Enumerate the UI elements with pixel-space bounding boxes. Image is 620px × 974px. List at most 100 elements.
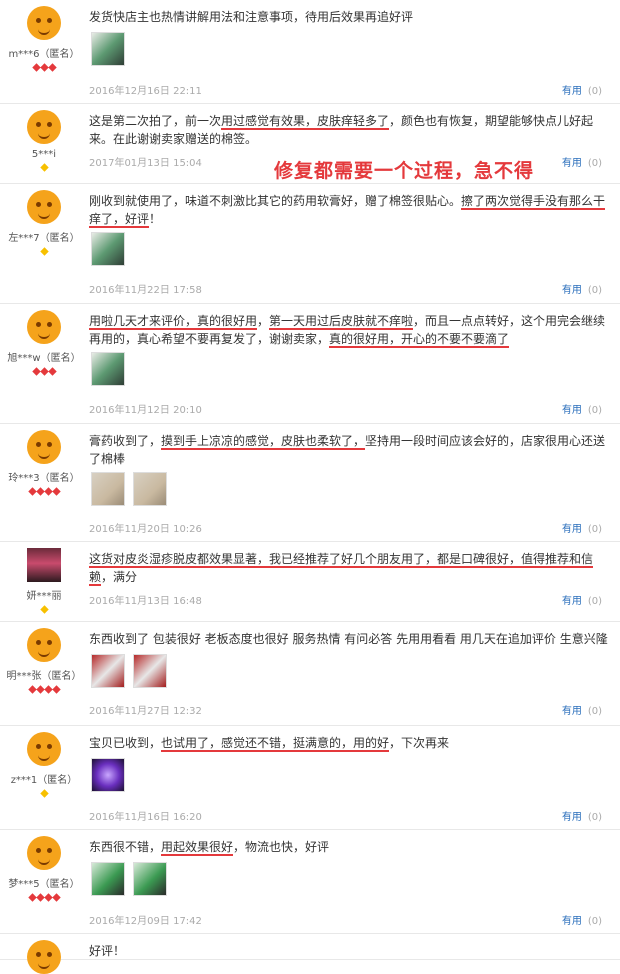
diamond-icon	[35, 685, 45, 694]
helpful-label[interactable]: 有用	[562, 86, 582, 97]
review-item: m***6（匿名） 发货快店主也热情讲解用法和注意事项，待用后效果再追好评 2016…	[0, 0, 620, 104]
text-segment: 膏药收到了，	[89, 434, 162, 448]
green-cap-photo[interactable]	[91, 862, 125, 896]
cream-jar-photo-2[interactable]	[133, 472, 167, 506]
diamond-icon	[27, 487, 37, 496]
highlighted-text: 第一天用过后皮肤就不痒啦	[269, 314, 414, 330]
avatar[interactable]	[27, 940, 61, 974]
helpful-count: (0)	[587, 158, 602, 169]
avatar[interactable]	[27, 548, 61, 582]
review-date: 2017年01月13日 15:04	[89, 158, 202, 169]
reviewer-info: z***1（匿名）	[0, 732, 88, 798]
diamond-icon	[43, 487, 53, 496]
reviewer-name: 5***i	[31, 149, 57, 160]
reviewer-info: 左***7（匿名）	[0, 190, 88, 256]
helpful-button[interactable]: 有用 (0)	[562, 592, 602, 607]
helpful-button[interactable]: 有用 (0)	[562, 520, 602, 535]
helpful-count: (0)	[587, 524, 602, 535]
cream-jar-photo[interactable]	[91, 472, 125, 506]
helpful-count: (0)	[587, 285, 602, 296]
text-segment: 刚收到就使用了，味道不刺激比其它的药用软膏好，赠了棉签很贴心。	[89, 194, 462, 208]
avatar[interactable]	[27, 430, 61, 464]
red-box-photo[interactable]	[91, 654, 125, 688]
green-cap-photo-2[interactable]	[133, 862, 167, 896]
reviewer-level-badge	[0, 63, 88, 72]
diamond-icon	[35, 893, 45, 902]
text-segment: 好评！	[89, 944, 126, 958]
avatar[interactable]	[27, 190, 61, 224]
helpful-count: (0)	[587, 916, 602, 927]
helpful-label[interactable]: 有用	[562, 916, 582, 927]
reviewer-level-badge	[0, 789, 88, 798]
review-text: 发货快店主也热情讲解用法和注意事项，待用后效果再追好评	[89, 8, 610, 26]
helpful-label[interactable]: 有用	[562, 596, 582, 607]
helpful-label[interactable]: 有用	[562, 706, 582, 717]
green-tube-photo[interactable]	[91, 232, 125, 266]
review-images	[91, 352, 125, 386]
helpful-label[interactable]: 有用	[562, 158, 582, 169]
green-tube-photo[interactable]	[91, 32, 125, 66]
reviewer-name: 旭***w（匿名）	[7, 353, 81, 364]
text-segment: ，满分	[101, 570, 138, 584]
reviewer-info: 玲***3（匿名）	[0, 430, 88, 496]
review-item: 梦***5（匿名） 东西很不错，用起效果很好，物流也快，好评 2016年12月09日…	[0, 830, 620, 934]
avatar[interactable]	[27, 836, 61, 870]
helpful-label[interactable]: 有用	[562, 524, 582, 535]
reviewer-level-badge	[0, 487, 88, 496]
helpful-button[interactable]: 有用 (0)	[562, 912, 602, 927]
reviewer-name: 明***张（匿名）	[6, 671, 82, 682]
diamond-icon	[47, 367, 57, 376]
helpful-count: (0)	[587, 812, 602, 823]
avatar[interactable]	[27, 6, 61, 40]
review-list: m***6（匿名） 发货快店主也热情讲解用法和注意事项，待用后效果再追好评 2016…	[0, 0, 620, 974]
highlighted-text: 也试用了，感觉还不错，挺满意的，用的好	[161, 736, 390, 752]
review-date: 2016年11月12日 20:10	[89, 405, 202, 416]
avatar[interactable]	[27, 110, 61, 144]
highlighted-text: 用啦几天才来评价，真的很好用	[89, 314, 258, 330]
text-segment: 宝贝已收到，	[89, 736, 162, 750]
review-images	[91, 232, 125, 266]
review-date: 2016年11月27日 12:32	[89, 706, 202, 717]
green-tube-photo[interactable]	[91, 352, 125, 386]
annotation-text: 修复都需要一个过程，急不得	[274, 160, 535, 182]
text-segment: 东西收到了 包装很好 老板态度也很好 服务热情 有问必答 先用用看看 用几天在追…	[89, 632, 608, 646]
helpful-count: (0)	[587, 405, 602, 416]
review-item: 妍***丽 这货对皮炎湿疹脱皮都效果显著，我已经推荐了好几个朋友用了，都是口碑很好…	[0, 542, 620, 622]
diamond-icon	[27, 893, 37, 902]
avatar[interactable]	[27, 732, 61, 766]
helpful-label[interactable]: 有用	[562, 812, 582, 823]
diamond-icon	[47, 63, 57, 72]
diamond-icon	[51, 685, 61, 694]
reviewer-info: 5***i	[0, 110, 88, 172]
helpful-button[interactable]: 有用 (0)	[562, 82, 602, 97]
helpful-count: (0)	[587, 86, 602, 97]
helpful-label[interactable]: 有用	[562, 405, 582, 416]
diamond-icon	[43, 893, 53, 902]
helpful-button[interactable]: 有用 (0)	[562, 401, 602, 416]
review-date: 2016年11月13日 16:48	[89, 596, 202, 607]
avatar[interactable]	[27, 310, 61, 344]
review-images	[91, 758, 125, 792]
reviewer-name: 玲***3（匿名）	[8, 473, 80, 484]
text-segment: 东西很不错，	[89, 840, 162, 854]
text-segment: ！	[149, 212, 162, 226]
highlighted-text: 这货对皮炎湿疹脱皮都效果显著，我已经推荐了好几个朋友用了，都是口碑很好，值得推荐…	[89, 552, 594, 586]
reviewer-info: m***6（匿名）	[0, 6, 88, 72]
avatar[interactable]	[27, 628, 61, 662]
diamond-icon	[39, 63, 49, 72]
review-images	[91, 32, 125, 66]
reviewer-name: 妍***丽	[26, 591, 62, 602]
helpful-button[interactable]: 有用 (0)	[562, 702, 602, 717]
helpful-button[interactable]: 有用 (0)	[562, 281, 602, 296]
red-box-photo-2[interactable]	[133, 654, 167, 688]
text-segment: ，下次再来	[389, 736, 450, 750]
helpful-button[interactable]: 有用 (0)	[562, 808, 602, 823]
helpful-label[interactable]: 有用	[562, 285, 582, 296]
review-item: 玲***3（匿名） 膏药收到了，摸到手上凉凉的感觉，皮肤也柔软了，坚持用一段时间应…	[0, 424, 620, 542]
purple-light-photo[interactable]	[91, 758, 125, 792]
diamond-icon	[39, 605, 49, 614]
review-text: 这是第二次拍了，前一次用过感觉有效果，皮肤痒轻多了，颜色也有恢复，期望能够快点儿…	[89, 112, 610, 148]
reviewer-info: 梦***5（匿名）	[0, 836, 88, 902]
helpful-button[interactable]: 有用 (0)	[562, 154, 602, 169]
helpful-count: (0)	[587, 596, 602, 607]
